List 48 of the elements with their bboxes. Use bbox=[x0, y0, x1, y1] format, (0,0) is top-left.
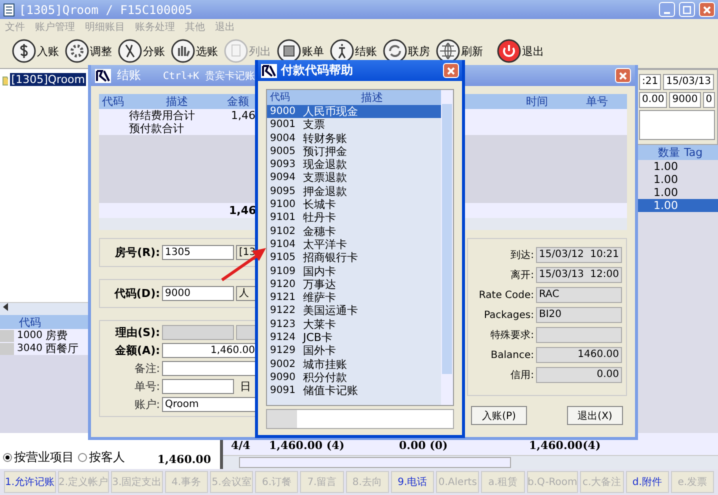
total-value: 0.00 (0) bbox=[399, 439, 449, 454]
info-field: 1460.00 bbox=[536, 347, 622, 363]
total-value: 1,460.00(4) bbox=[529, 439, 602, 454]
field-label: Balance: bbox=[490, 350, 534, 360]
table-cell: 1000 bbox=[17, 330, 42, 341]
table-cell: 3040 bbox=[17, 343, 42, 354]
field-label: Packages: bbox=[482, 310, 534, 320]
info-field: 15/03/13 12:00 bbox=[536, 267, 622, 283]
field-label: 房号(R): bbox=[114, 245, 160, 260]
record-count: 4/4 bbox=[231, 439, 252, 454]
table-cell: 房费 bbox=[45, 328, 68, 343]
total-cell-text: 1,46 bbox=[228, 203, 255, 218]
field-label: 到达: bbox=[510, 248, 534, 262]
info-field: BI20 bbox=[536, 307, 622, 323]
column-header: 数量 bbox=[658, 145, 680, 160]
field-label: 信用: bbox=[510, 369, 534, 382]
field-label: 理由(S): bbox=[114, 325, 160, 340]
column-header: 描述 bbox=[165, 94, 189, 109]
table-cell-text: 待结费用合计 bbox=[128, 109, 196, 122]
field-label: 特殊要求: bbox=[490, 328, 534, 342]
total-amount: 1,460.00 bbox=[157, 453, 211, 466]
column-header: 代码 bbox=[269, 91, 291, 105]
field-label: Rate Code: bbox=[478, 290, 534, 300]
column-header: 描述 bbox=[360, 90, 384, 105]
column-header: 时间 bbox=[525, 94, 549, 109]
info-field: 15/03/12 10:21 bbox=[536, 247, 622, 263]
info-field: 0.00 bbox=[536, 367, 622, 383]
table-cell-text: 预付款合计 bbox=[128, 122, 185, 135]
table-cell-text: 1,46 bbox=[230, 109, 256, 122]
window-title: [1305]Qroom / F15C100005 bbox=[19, 2, 192, 16]
shortcut-hint: Ctrl+K 贵宾卡记账 bbox=[163, 70, 256, 82]
column-header: 单号 bbox=[585, 94, 609, 109]
field-label: 代码(D): bbox=[113, 286, 160, 301]
field-label: 单号: bbox=[133, 379, 160, 394]
field-label: 金额(A): bbox=[114, 343, 160, 358]
column-header: Tag bbox=[684, 145, 703, 160]
field-label: 账户: bbox=[133, 397, 160, 412]
field-label: 备注: bbox=[133, 361, 160, 376]
field-label: 离开: bbox=[510, 268, 534, 282]
popup-title: 付款代码帮助 bbox=[281, 62, 353, 79]
info-field: RAC bbox=[536, 287, 622, 303]
column-header: 金额 bbox=[227, 94, 250, 109]
column-header: 代码 bbox=[18, 315, 41, 329]
table-cell: 西餐厅 bbox=[45, 341, 78, 356]
total-value: 1,460.00 (4) bbox=[269, 439, 346, 454]
dialog-title: 结账 bbox=[117, 67, 141, 84]
column-header: 代码 bbox=[101, 94, 125, 109]
field-label: 日 bbox=[240, 379, 251, 394]
